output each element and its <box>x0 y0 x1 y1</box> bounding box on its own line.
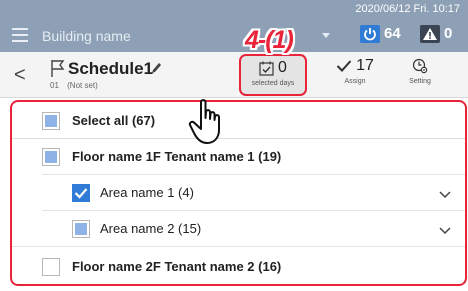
area-checkbox[interactable] <box>72 184 90 202</box>
assign-count: 17 <box>356 57 374 74</box>
select-all-row[interactable]: Select all (67) <box>12 104 465 139</box>
area-label: Area name 2 (15) <box>100 221 202 236</box>
schedule-subtitle: 01 (Not set) <box>50 81 98 90</box>
assign-label: Assign <box>344 78 366 85</box>
power-count: 64 <box>384 25 401 42</box>
checkmark-icon <box>336 60 352 72</box>
power-icon[interactable] <box>360 25 380 43</box>
building-name[interactable]: Building name <box>42 28 131 44</box>
floor-label: Floor name 2F Tenant name 2 (16) <box>72 259 282 274</box>
floor-area-list: Select all (67) Floor name 1F Tenant nam… <box>10 100 467 286</box>
callout-label: 4-(1) <box>245 26 294 54</box>
checkmark-icon <box>74 188 88 199</box>
schedule-number: 01 <box>50 81 59 90</box>
hand-pointer-icon <box>187 98 227 151</box>
select-all-label: Select all (67) <box>72 113 156 128</box>
floor-row[interactable]: Floor name 2F Tenant name 2 (16) <box>12 250 465 284</box>
clock-gear-icon <box>412 58 428 74</box>
menu-icon[interactable] <box>12 28 28 42</box>
top-bar: Building name 2020/06/12 Fri. 10:17 64 0 <box>0 0 468 52</box>
pencil-icon[interactable] <box>150 61 162 80</box>
calendar-check-icon <box>259 61 274 76</box>
alert-icon[interactable] <box>420 25 440 43</box>
chevron-down-icon[interactable] <box>439 222 451 240</box>
area-checkbox[interactable] <box>72 220 90 238</box>
schedule-name: Schedule1 <box>68 59 154 78</box>
area-row[interactable]: Area name 1 (4) <box>12 176 465 211</box>
floor-label: Floor name 1F Tenant name 1 (19) <box>72 149 282 164</box>
chevron-down-icon[interactable] <box>439 186 451 204</box>
floor-row[interactable]: Floor name 1F Tenant name 1 (19) <box>12 140 465 175</box>
selected-days-label: selected days <box>251 80 295 87</box>
area-row[interactable]: Area name 2 (15) <box>12 212 465 247</box>
back-button[interactable]: < <box>14 64 26 87</box>
building-dropdown-caret-icon[interactable] <box>322 33 330 38</box>
schedule-status: (Not set) <box>67 81 98 90</box>
assign-button[interactable]: 17 Assign <box>321 54 389 96</box>
flag-icon <box>50 58 66 83</box>
selected-days-button[interactable]: 0 selected days <box>239 54 307 96</box>
alert-count: 0 <box>444 25 453 42</box>
setting-button[interactable]: Setting <box>386 54 454 96</box>
datetime: 2020/06/12 Fri. 10:17 <box>355 3 460 15</box>
schedule-header: < Schedule1 01 (Not set) 0 selected days… <box>0 52 468 98</box>
select-all-checkbox[interactable] <box>42 112 60 130</box>
setting-label: Setting <box>409 78 431 85</box>
selected-days-count: 0 <box>278 59 287 76</box>
area-label: Area name 1 (4) <box>100 185 194 200</box>
floor-checkbox[interactable] <box>42 148 60 166</box>
floor-checkbox[interactable] <box>42 258 60 276</box>
